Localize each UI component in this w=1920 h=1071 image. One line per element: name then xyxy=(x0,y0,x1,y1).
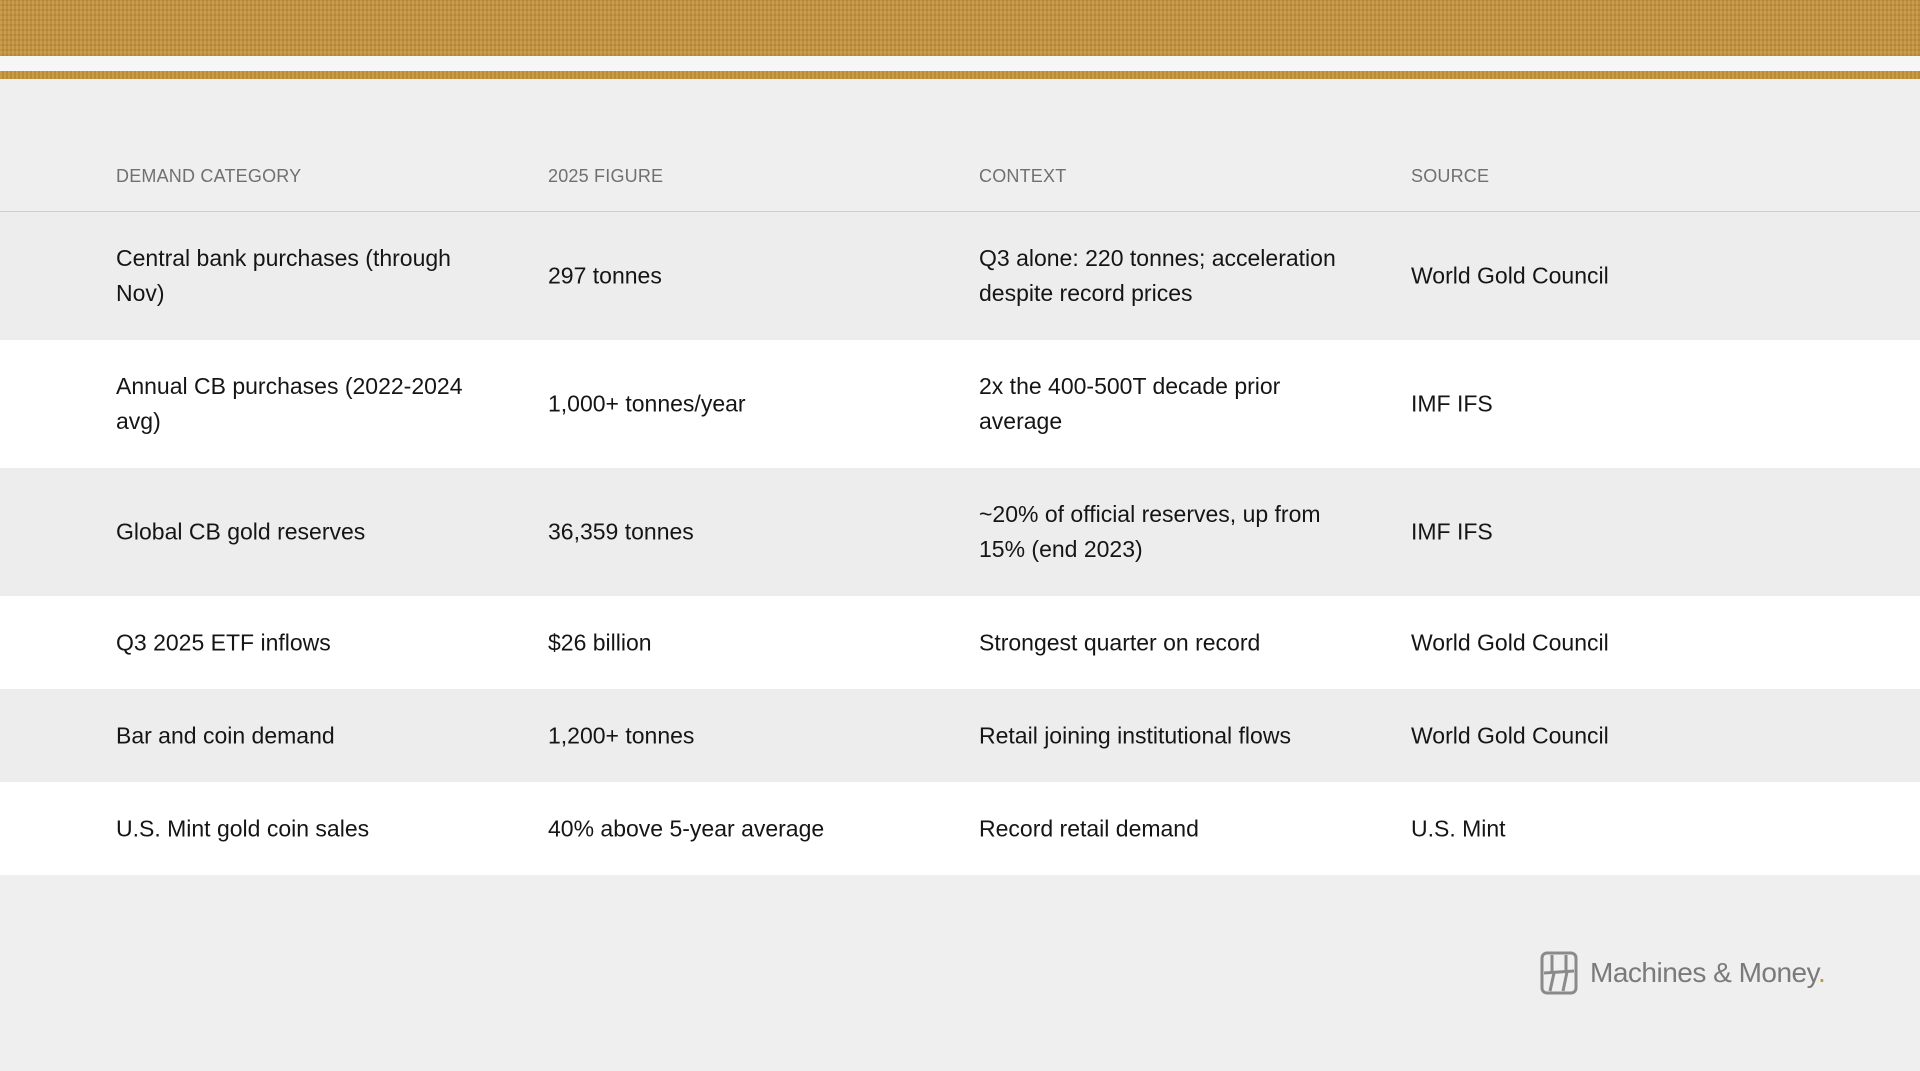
cell-category: Q3 2025 ETF inflows xyxy=(116,629,331,655)
cell-figure: 297 tonnes xyxy=(548,262,662,289)
cell-source: IMF IFS xyxy=(1411,390,1493,417)
cell-figure: 1,000+ tonnes/year xyxy=(548,390,746,417)
table-row: Q3 2025 ETF inflows $26 billion Stronges… xyxy=(0,596,1920,689)
cell-figure: 40% above 5-year average xyxy=(548,815,825,841)
brand-name: Machines & Money. xyxy=(1590,957,1826,989)
cell-category: U.S. Mint gold coin sales xyxy=(116,815,370,841)
cell-context: ~20% of official reserves, up from 15% (… xyxy=(979,501,1321,562)
header-source: SOURCE xyxy=(1411,166,1490,186)
table-row: Global CB gold reserves 36,359 tonnes ~2… xyxy=(0,468,1920,596)
header-divider-gap xyxy=(0,56,1920,71)
cell-context: Q3 alone: 220 tonnes; acceleration despi… xyxy=(979,245,1336,306)
cell-figure: 36,359 tonnes xyxy=(548,518,694,545)
header-demand-category: DEMAND CATEGORY xyxy=(116,166,302,186)
table-row: U.S. Mint gold coin sales 40% above 5-ye… xyxy=(0,782,1920,875)
cell-context: Record retail demand xyxy=(979,815,1199,841)
table-row: Annual CB purchases (2022-2024 avg) 1,00… xyxy=(0,340,1920,468)
gold-demand-table: DEMAND CATEGORY 2025 FIGURE CONTEXT SOUR… xyxy=(0,140,1920,875)
cell-source: IMF IFS xyxy=(1411,518,1493,545)
gold-header-band xyxy=(0,0,1920,56)
slide: DEMAND CATEGORY 2025 FIGURE CONTEXT SOUR… xyxy=(0,0,1920,1071)
gold-header-stripe xyxy=(0,71,1920,79)
cell-category: Global CB gold reserves xyxy=(116,518,366,545)
cell-source: World Gold Council xyxy=(1411,722,1609,748)
cell-category: Annual CB purchases (2022-2024 avg) xyxy=(116,373,463,434)
cell-category: Bar and coin demand xyxy=(116,722,335,748)
cell-context: Strongest quarter on record xyxy=(979,629,1261,655)
brand-name-dot: . xyxy=(1818,957,1826,988)
cell-context: 2x the 400-500T decade prior average xyxy=(979,373,1281,434)
brand-name-text: Machines & Money xyxy=(1590,957,1819,988)
cell-source: World Gold Council xyxy=(1411,262,1609,289)
cell-figure: 1,200+ tonnes xyxy=(548,722,695,748)
cell-context: Retail joining institutional flows xyxy=(979,722,1291,748)
machines-and-money-logo-icon xyxy=(1540,951,1578,995)
brand-logo: Machines & Money. xyxy=(1540,950,1826,996)
cell-source: U.S. Mint xyxy=(1411,815,1506,841)
table-header-row: DEMAND CATEGORY 2025 FIGURE CONTEXT SOUR… xyxy=(0,140,1920,212)
header-context: CONTEXT xyxy=(979,166,1067,186)
table-row: Central bank purchases (through Nov) 297… xyxy=(0,212,1920,340)
table-row: Bar and coin demand 1,200+ tonnes Retail… xyxy=(0,689,1920,782)
cell-figure: $26 billion xyxy=(548,629,652,655)
cell-category: Central bank purchases (through Nov) xyxy=(116,245,451,306)
header-2025-figure: 2025 FIGURE xyxy=(548,166,664,186)
cell-source: World Gold Council xyxy=(1411,629,1609,655)
